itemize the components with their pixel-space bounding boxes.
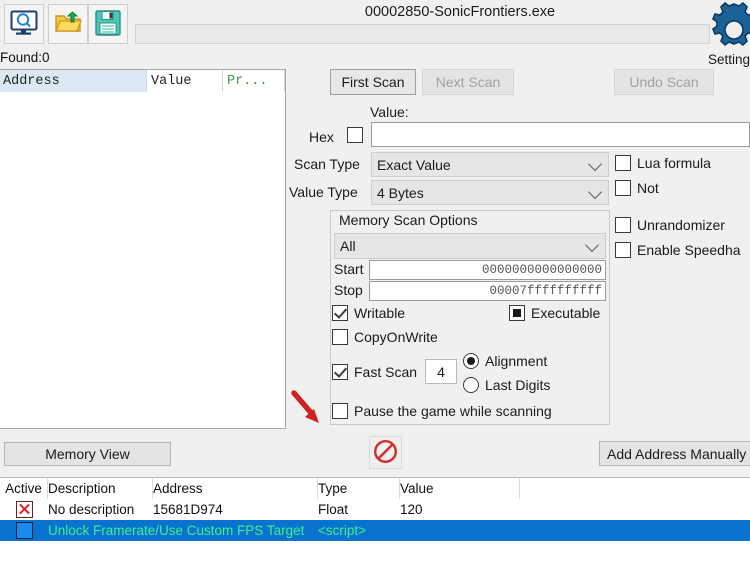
process-status-bar — [135, 24, 710, 44]
gear-icon — [706, 2, 750, 58]
not-checkbox[interactable]: Not — [615, 180, 659, 196]
active-x-icon — [16, 501, 33, 518]
row-value: <script> — [318, 520, 438, 541]
executable-checkbox[interactable]: Executable — [509, 305, 600, 321]
copyonwrite-label: CopyOnWrite — [354, 329, 438, 345]
scan-value-input[interactable] — [371, 122, 750, 147]
active-toggle[interactable] — [0, 499, 48, 520]
table-row[interactable]: No description 15681D974 Float 120 — [0, 499, 750, 520]
header-value[interactable]: Value — [400, 478, 520, 499]
select-process-button[interactable] — [4, 4, 44, 44]
memory-region-value: All — [340, 238, 356, 254]
enable-speedhack-label: Enable Speedha — [637, 242, 741, 258]
value-label: Value: — [370, 104, 409, 120]
checkbox-box — [615, 180, 631, 196]
value-type-value: 4 Bytes — [377, 185, 424, 201]
unrandomizer-checkbox[interactable]: Unrandomizer — [615, 217, 725, 233]
row-address: 15681D974 — [153, 499, 318, 520]
found-count: Found:0 — [0, 50, 50, 65]
writable-checkbox[interactable]: Writable — [332, 305, 405, 321]
hex-checkbox[interactable] — [347, 127, 363, 143]
add-address-manually-button[interactable]: Add Address Manually — [599, 441, 750, 466]
settings-label: Settings — [708, 52, 750, 67]
header-active[interactable]: Active — [0, 478, 48, 499]
stop-address-input[interactable]: 00007ffffffffff — [369, 281, 606, 301]
pause-game-label: Pause the game while scanning — [354, 403, 552, 419]
fast-scan-label: Fast Scan — [354, 364, 417, 380]
value-type-label: Value Type — [289, 184, 358, 200]
pause-game-checkbox[interactable]: Pause the game while scanning — [332, 403, 552, 419]
copyonwrite-checkbox[interactable]: CopyOnWrite — [332, 329, 438, 345]
next-scan-button[interactable]: Next Scan — [422, 69, 514, 95]
table-row[interactable]: Unlock Framerate/Use Custom FPS Target <… — [0, 520, 750, 541]
fast-scan-alignment-input[interactable]: 4 — [425, 359, 457, 384]
chevron-down-icon — [588, 184, 602, 198]
undo-scan-button[interactable]: Undo Scan — [614, 69, 714, 95]
row-description: No description — [48, 499, 153, 520]
active-checkbox-icon — [16, 522, 33, 539]
process-title: 00002850-SonicFrontiers.exe — [280, 4, 640, 24]
radio-button — [463, 377, 479, 393]
checkbox-box — [509, 305, 525, 321]
alignment-label: Alignment — [485, 353, 547, 369]
lua-formula-label: Lua formula — [637, 155, 711, 171]
annotation-arrow-icon — [289, 389, 325, 427]
cheat-engine-window: 00002850-SonicFrontiers.exe Settings Fou… — [0, 0, 750, 562]
scan-results-header: Address Value Pr... — [0, 70, 285, 92]
checkbox-box — [332, 403, 348, 419]
checkbox-box — [615, 217, 631, 233]
start-address-input[interactable]: 0000000000000000 — [369, 260, 606, 280]
row-value: 120 — [400, 499, 520, 520]
last-digits-radio[interactable]: Last Digits — [463, 377, 550, 393]
cheat-table-header: Active Description Address Type Value — [0, 478, 750, 499]
header-type[interactable]: Type — [318, 478, 400, 499]
no-entry-button[interactable] — [369, 436, 402, 469]
unrandomizer-label: Unrandomizer — [637, 217, 725, 233]
fast-scan-checkbox[interactable]: Fast Scan — [332, 364, 417, 380]
open-folder-icon — [54, 11, 82, 38]
open-file-button[interactable] — [48, 4, 88, 44]
scan-type-dropdown[interactable]: Exact Value — [371, 152, 609, 177]
scan-type-label: Scan Type — [294, 156, 360, 172]
checkbox-box — [332, 329, 348, 345]
value-type-dropdown[interactable]: 4 Bytes — [371, 180, 609, 205]
scan-results-pane[interactable]: Address Value Pr... — [0, 69, 286, 429]
cheat-table: Active Description Address Type Value No… — [0, 477, 750, 562]
active-toggle[interactable] — [0, 520, 48, 541]
alignment-radio[interactable]: Alignment — [463, 353, 547, 369]
row-description: Unlock Framerate/Use Custom FPS Target — [48, 520, 318, 541]
stop-label: Stop — [334, 282, 363, 298]
scan-type-value: Exact Value — [377, 157, 451, 173]
chevron-down-icon — [585, 238, 599, 252]
checkbox-box — [332, 305, 348, 321]
lua-formula-checkbox[interactable]: Lua formula — [615, 155, 711, 171]
checkbox-box — [615, 242, 631, 258]
checkbox-box — [615, 155, 631, 171]
memory-view-button[interactable]: Memory View — [4, 442, 171, 466]
row-type: Float — [318, 499, 400, 520]
top-toolbar: 00002850-SonicFrontiers.exe — [0, 0, 750, 48]
radio-button — [463, 353, 479, 369]
column-header-value[interactable]: Value — [147, 70, 223, 92]
writable-label: Writable — [354, 305, 405, 321]
select-process-icon — [10, 10, 38, 39]
chevron-down-icon — [588, 156, 602, 170]
executable-label: Executable — [531, 305, 600, 321]
checkbox-box — [332, 364, 348, 380]
header-address[interactable]: Address — [153, 478, 318, 499]
no-entry-icon — [373, 439, 398, 467]
last-digits-label: Last Digits — [485, 377, 550, 393]
memory-region-dropdown[interactable]: All — [334, 233, 606, 259]
enable-speedhack-checkbox[interactable]: Enable Speedha — [615, 242, 741, 258]
save-file-button[interactable] — [88, 4, 128, 44]
first-scan-button[interactable]: First Scan — [330, 69, 416, 95]
column-header-address[interactable]: Address — [0, 70, 147, 92]
column-header-previous[interactable]: Pr... — [223, 70, 285, 92]
hex-label: Hex — [309, 129, 334, 145]
start-label: Start — [334, 261, 364, 277]
save-diskette-icon — [95, 10, 121, 39]
memory-scan-options-title: Memory Scan Options — [336, 212, 481, 228]
not-label: Not — [637, 180, 659, 196]
header-description[interactable]: Description — [48, 478, 153, 499]
